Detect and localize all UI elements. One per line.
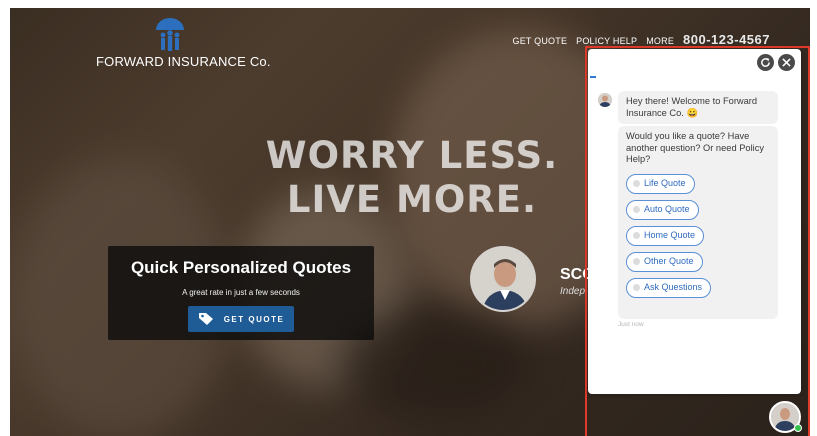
chat-widget: Hey there! Welcome to Forward Insurance … [588, 49, 801, 394]
refresh-icon [761, 57, 770, 67]
agent-avatar-icon [598, 93, 612, 107]
close-button[interactable] [778, 54, 795, 71]
brand-name: FORWARD INSURANCE Co. [96, 54, 271, 69]
radio-dot-icon [633, 206, 640, 213]
brand-logo[interactable]: FORWARD INSURANCE Co. [96, 16, 276, 69]
nav-get-quote[interactable]: GET QUOTE [513, 36, 568, 46]
tag-icon [198, 313, 213, 325]
chat-message-question: Would you like a quote? Have another que… [618, 126, 778, 319]
hero-line-2: LIVE MORE. [286, 178, 538, 221]
nav-phone[interactable]: 800-123-4567 [683, 32, 770, 47]
chat-question-text: Would you like a quote? Have another que… [626, 131, 764, 164]
refresh-button[interactable] [757, 54, 774, 71]
agent-photo [470, 246, 536, 312]
online-status-dot [794, 424, 802, 432]
radio-dot-icon [633, 258, 640, 265]
get-quote-label: GET QUOTE [223, 314, 285, 324]
bot-avatar [598, 93, 612, 107]
close-icon [782, 58, 791, 67]
quote-box-title: Quick Personalized Quotes [130, 258, 352, 277]
umbrella-logo-icon [156, 18, 184, 51]
chat-options: Life Quote Auto Quote Home Quote Other Q… [626, 168, 770, 298]
get-quote-button[interactable]: GET QUOTE [187, 306, 295, 332]
quote-box: Quick Personalized Quotes A great rate i… [108, 246, 374, 340]
option-label: Ask Questions [644, 281, 703, 292]
option-label: Auto Quote [644, 203, 690, 214]
option-other-quote[interactable]: Other Quote [626, 251, 703, 272]
radio-dot-icon [633, 284, 640, 291]
chat-progress-indicator [590, 76, 596, 78]
hero-line-1: WORRY LESS. [265, 134, 559, 177]
chat-header [588, 49, 801, 75]
top-nav: GET QUOTE POLICY HELP MORE 800-123-4567 [513, 32, 770, 47]
hero-headline: WORRY LESS. LIVE MORE. [262, 134, 562, 222]
chat-message-greeting: Hey there! Welcome to Forward Insurance … [618, 91, 778, 124]
option-home-quote[interactable]: Home Quote [626, 225, 705, 246]
nav-more[interactable]: MORE [646, 36, 674, 46]
radio-dot-icon [633, 180, 640, 187]
radio-dot-icon [633, 232, 640, 239]
nav-policy-help[interactable]: POLICY HELP [576, 36, 637, 46]
chat-timestamp: Just now [618, 321, 644, 328]
quote-box-subtitle: A great rate in just a few seconds [182, 288, 300, 297]
option-label: Life Quote [644, 177, 686, 188]
agent-title: Indep [560, 286, 586, 297]
option-life-quote[interactable]: Life Quote [626, 173, 695, 194]
option-label: Home Quote [644, 229, 696, 240]
option-label: Other Quote [644, 255, 694, 266]
option-ask-questions[interactable]: Ask Questions [626, 277, 712, 298]
option-auto-quote[interactable]: Auto Quote [626, 199, 699, 220]
